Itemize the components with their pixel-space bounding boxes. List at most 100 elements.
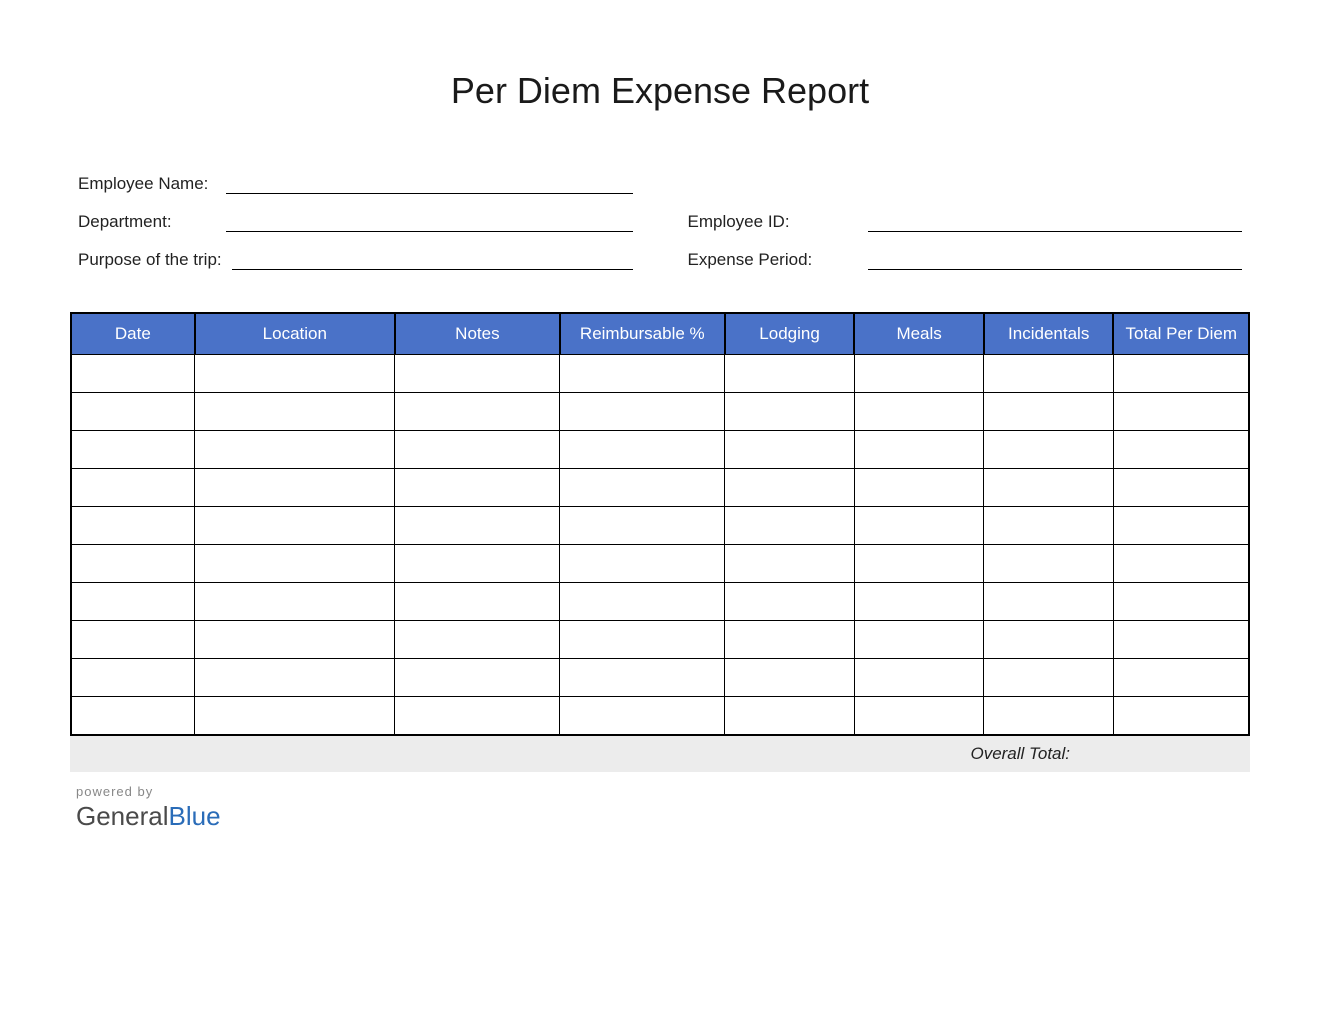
- cell-location[interactable]: [195, 507, 395, 545]
- cell-notes[interactable]: [395, 545, 560, 583]
- cell-total[interactable]: [1113, 393, 1249, 431]
- cell-date[interactable]: [71, 697, 195, 735]
- cell-meals[interactable]: [854, 621, 984, 659]
- table-row: [71, 355, 1249, 393]
- cell-meals[interactable]: [854, 355, 984, 393]
- cell-meals[interactable]: [854, 583, 984, 621]
- cell-date[interactable]: [71, 507, 195, 545]
- cell-location[interactable]: [195, 469, 395, 507]
- cell-incidentals[interactable]: [984, 621, 1114, 659]
- cell-incidentals[interactable]: [984, 507, 1114, 545]
- cell-lodging[interactable]: [725, 583, 855, 621]
- cell-meals[interactable]: [854, 469, 984, 507]
- cell-total[interactable]: [1113, 697, 1249, 735]
- employee-id-row: Employee ID:: [688, 210, 1243, 232]
- cell-incidentals[interactable]: [984, 659, 1114, 697]
- cell-meals[interactable]: [854, 431, 984, 469]
- cell-incidentals[interactable]: [984, 355, 1114, 393]
- cell-date[interactable]: [71, 621, 195, 659]
- cell-date[interactable]: [71, 583, 195, 621]
- cell-total[interactable]: [1113, 545, 1249, 583]
- cell-total[interactable]: [1113, 621, 1249, 659]
- brand-general-text: General: [76, 801, 169, 831]
- cell-location[interactable]: [195, 697, 395, 735]
- employee-id-field[interactable]: [868, 210, 1243, 232]
- footer-brand: powered by GeneralBlue: [70, 784, 1250, 832]
- cell-lodging[interactable]: [725, 431, 855, 469]
- cell-date[interactable]: [71, 355, 195, 393]
- cell-total[interactable]: [1113, 469, 1249, 507]
- cell-meals[interactable]: [854, 393, 984, 431]
- cell-date[interactable]: [71, 393, 195, 431]
- cell-location[interactable]: [195, 621, 395, 659]
- cell-notes[interactable]: [395, 697, 560, 735]
- department-label: Department:: [78, 212, 216, 232]
- cell-notes[interactable]: [395, 469, 560, 507]
- cell-notes[interactable]: [395, 659, 560, 697]
- cell-location[interactable]: [195, 431, 395, 469]
- table-row: [71, 659, 1249, 697]
- cell-meals[interactable]: [854, 507, 984, 545]
- cell-date[interactable]: [71, 431, 195, 469]
- cell-reimbursable[interactable]: [560, 355, 725, 393]
- cell-notes[interactable]: [395, 393, 560, 431]
- cell-lodging[interactable]: [725, 697, 855, 735]
- overall-total-label: Overall Total:: [970, 744, 1070, 764]
- cell-incidentals[interactable]: [984, 469, 1114, 507]
- cell-meals[interactable]: [854, 697, 984, 735]
- table-row: [71, 545, 1249, 583]
- employee-name-label: Employee Name:: [78, 174, 216, 194]
- cell-reimbursable[interactable]: [560, 431, 725, 469]
- cell-total[interactable]: [1113, 659, 1249, 697]
- cell-reimbursable[interactable]: [560, 583, 725, 621]
- cell-lodging[interactable]: [725, 545, 855, 583]
- cell-reimbursable[interactable]: [560, 393, 725, 431]
- cell-location[interactable]: [195, 659, 395, 697]
- purpose-label: Purpose of the trip:: [78, 250, 222, 270]
- cell-location[interactable]: [195, 393, 395, 431]
- purpose-field[interactable]: [232, 248, 633, 270]
- header-lodging: Lodging: [725, 313, 855, 355]
- cell-total[interactable]: [1113, 355, 1249, 393]
- expense-period-row: Expense Period:: [688, 248, 1243, 270]
- employee-name-field[interactable]: [226, 172, 633, 194]
- cell-notes[interactable]: [395, 621, 560, 659]
- cell-total[interactable]: [1113, 583, 1249, 621]
- cell-lodging[interactable]: [725, 659, 855, 697]
- cell-notes[interactable]: [395, 431, 560, 469]
- cell-reimbursable[interactable]: [560, 507, 725, 545]
- cell-incidentals[interactable]: [984, 583, 1114, 621]
- cell-notes[interactable]: [395, 355, 560, 393]
- cell-lodging[interactable]: [725, 355, 855, 393]
- cell-reimbursable[interactable]: [560, 545, 725, 583]
- expense-period-field[interactable]: [868, 248, 1243, 270]
- cell-notes[interactable]: [395, 583, 560, 621]
- cell-lodging[interactable]: [725, 393, 855, 431]
- cell-incidentals[interactable]: [984, 545, 1114, 583]
- cell-location[interactable]: [195, 545, 395, 583]
- department-field[interactable]: [226, 210, 633, 232]
- cell-incidentals[interactable]: [984, 393, 1114, 431]
- cell-reimbursable[interactable]: [560, 659, 725, 697]
- cell-location[interactable]: [195, 583, 395, 621]
- cell-lodging[interactable]: [725, 621, 855, 659]
- cell-reimbursable[interactable]: [560, 469, 725, 507]
- cell-reimbursable[interactable]: [560, 621, 725, 659]
- cell-notes[interactable]: [395, 507, 560, 545]
- cell-date[interactable]: [71, 545, 195, 583]
- cell-date[interactable]: [71, 469, 195, 507]
- cell-lodging[interactable]: [725, 469, 855, 507]
- table-row: [71, 697, 1249, 735]
- cell-incidentals[interactable]: [984, 431, 1114, 469]
- cell-date[interactable]: [71, 659, 195, 697]
- cell-reimbursable[interactable]: [560, 697, 725, 735]
- cell-total[interactable]: [1113, 431, 1249, 469]
- cell-location[interactable]: [195, 355, 395, 393]
- expense-table: Date Location Notes Reimbursable % Lodgi…: [70, 312, 1250, 736]
- cell-meals[interactable]: [854, 659, 984, 697]
- cell-meals[interactable]: [854, 545, 984, 583]
- powered-by-label: powered by: [76, 784, 1250, 799]
- cell-incidentals[interactable]: [984, 697, 1114, 735]
- cell-total[interactable]: [1113, 507, 1249, 545]
- cell-lodging[interactable]: [725, 507, 855, 545]
